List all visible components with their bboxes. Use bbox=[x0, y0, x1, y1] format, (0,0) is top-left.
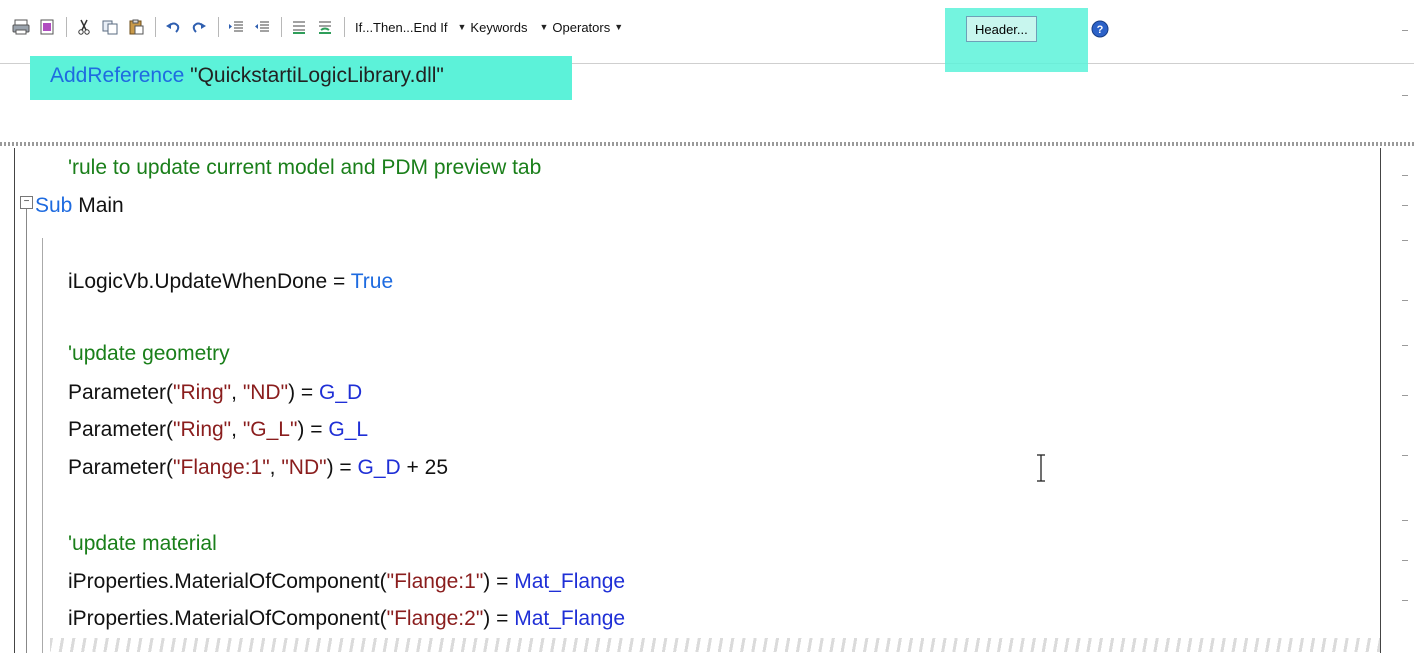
chevron-down-icon: ▼ bbox=[539, 22, 549, 32]
sub-name: Main bbox=[72, 194, 124, 217]
toolbar-separator bbox=[66, 17, 67, 37]
statement-text: , bbox=[231, 418, 243, 441]
parameter-line: Parameter("Ring", "ND") = G_D bbox=[68, 381, 362, 405]
outdent-icon[interactable] bbox=[251, 16, 273, 38]
parameter-variable: G_L bbox=[328, 418, 369, 441]
keywords-dropdown[interactable]: ▼ Keywords bbox=[452, 20, 534, 35]
toolbar-separator bbox=[344, 17, 345, 37]
toolbar-separator bbox=[281, 17, 282, 37]
toolbar-strip: If...Then...End If ▼ Keywords ▼ Operator… bbox=[10, 14, 629, 40]
string-literal: "Flange:2" bbox=[386, 607, 484, 630]
comment-line: 'update material bbox=[68, 532, 217, 555]
code-editor[interactable]: − 'rule to update current model and PDM … bbox=[0, 148, 1381, 653]
keywords-label: Keywords bbox=[470, 19, 528, 35]
string-literal: "Flange:1" bbox=[386, 570, 484, 593]
editor-left-border bbox=[14, 148, 15, 653]
statement-text: + 25 bbox=[400, 456, 449, 479]
undo-icon[interactable] bbox=[162, 16, 184, 38]
collapse-icon[interactable]: − bbox=[20, 196, 33, 209]
statement-text: , bbox=[269, 456, 282, 479]
parameter-line: Parameter("Ring", "G_L") = G_L bbox=[68, 418, 368, 442]
uncomment-icon[interactable] bbox=[314, 16, 336, 38]
chevron-down-icon: ▼ bbox=[457, 22, 467, 32]
rule-header-area[interactable]: AddReference "QuickstartiLogicLibrary.dl… bbox=[0, 56, 1414, 144]
statement-text: Parameter( bbox=[68, 381, 174, 404]
comment-line: 'rule to update current model and PDM pr… bbox=[68, 156, 542, 179]
ruler-marks bbox=[1398, 0, 1414, 653]
sub-keyword: Sub bbox=[35, 194, 73, 217]
sub-main-line: Sub Main bbox=[35, 194, 124, 218]
statement-text: ) = bbox=[483, 607, 515, 630]
chevron-down-icon: ▼ bbox=[614, 22, 624, 32]
update-when-done-line: iLogicVb.UpdateWhenDone = True bbox=[68, 270, 393, 294]
torn-edge bbox=[50, 638, 1380, 652]
statement-text: Parameter( bbox=[68, 418, 174, 441]
operators-label: Operators bbox=[552, 19, 611, 35]
statement-text: ) = bbox=[483, 570, 515, 593]
header-button[interactable]: Header... bbox=[966, 16, 1037, 42]
help-icon[interactable]: ? bbox=[1091, 20, 1109, 42]
paste-icon[interactable] bbox=[125, 16, 147, 38]
indent-guide bbox=[42, 238, 43, 653]
cut-icon[interactable] bbox=[73, 16, 95, 38]
addreference-keyword: AddReference bbox=[50, 64, 185, 87]
print-icon[interactable] bbox=[10, 16, 32, 38]
string-literal: "G_L" bbox=[242, 418, 298, 441]
toolbar-separator bbox=[218, 17, 219, 37]
toolbar-separator bbox=[155, 17, 156, 37]
statement-text: , bbox=[231, 381, 243, 404]
parameter-variable: G_D bbox=[357, 456, 401, 479]
editor-right-border bbox=[1380, 148, 1381, 653]
if-then-end-if-button[interactable]: If...Then...End If bbox=[351, 20, 452, 35]
material-line: iProperties.MaterialOfComponent("Flange:… bbox=[68, 570, 625, 594]
material-line: iProperties.MaterialOfComponent("Flange:… bbox=[68, 607, 625, 631]
parameter-line: Parameter("Flange:1", "ND") = G_D + 25 bbox=[68, 456, 448, 480]
parameter-variable: G_D bbox=[319, 381, 363, 404]
svg-text:?: ? bbox=[1097, 24, 1104, 36]
addreference-dll: "QuickstartiLogicLibrary.dll" bbox=[190, 64, 444, 87]
redo-icon[interactable] bbox=[188, 16, 210, 38]
string-literal: "Ring" bbox=[173, 418, 232, 441]
statement-text: iLogicVb.UpdateWhenDone = bbox=[68, 270, 351, 293]
string-literal: "ND" bbox=[242, 381, 289, 404]
string-literal: "ND" bbox=[281, 456, 327, 479]
fold-guide bbox=[26, 209, 27, 653]
statement-text: iProperties.MaterialOfComponent( bbox=[68, 607, 387, 630]
text-cursor-icon bbox=[1035, 454, 1047, 482]
addreference-line: AddReference "QuickstartiLogicLibrary.dl… bbox=[50, 64, 444, 88]
parameter-variable: Mat_Flange bbox=[514, 607, 626, 630]
statement-text: iProperties.MaterialOfComponent( bbox=[68, 570, 387, 593]
copy-icon[interactable] bbox=[99, 16, 121, 38]
statement-text: ) = bbox=[326, 456, 358, 479]
statement-text: Parameter( bbox=[68, 456, 174, 479]
header-splitter[interactable] bbox=[0, 142, 1414, 146]
print-preview-icon[interactable] bbox=[36, 16, 58, 38]
statement-text: ) = bbox=[297, 418, 329, 441]
string-literal: "Ring" bbox=[173, 381, 232, 404]
indent-icon[interactable] bbox=[225, 16, 247, 38]
comment-line: 'update geometry bbox=[68, 342, 230, 365]
statement-text: ) = bbox=[288, 381, 319, 404]
parameter-variable: Mat_Flange bbox=[514, 570, 626, 593]
comment-icon[interactable] bbox=[288, 16, 310, 38]
true-keyword: True bbox=[350, 270, 394, 293]
string-literal: "Flange:1" bbox=[173, 456, 270, 479]
operators-dropdown[interactable]: ▼ Operators ▼ bbox=[534, 20, 630, 35]
